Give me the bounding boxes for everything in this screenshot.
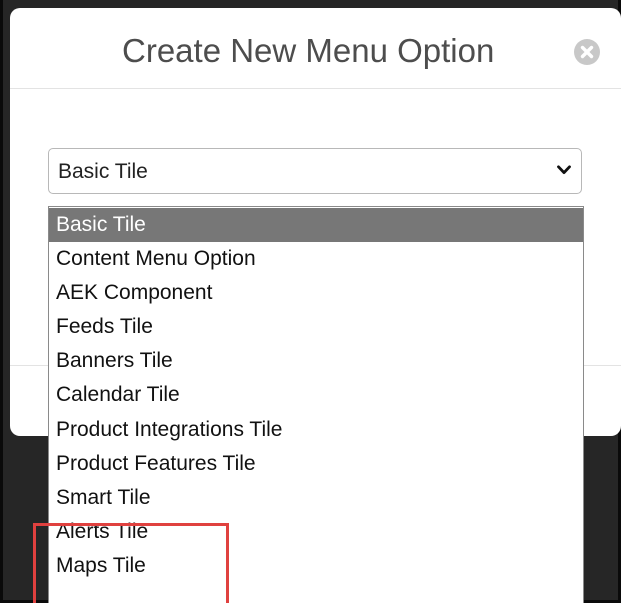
dropdown-option[interactable]: Product Integrations Tile <box>49 413 583 447</box>
modal-title: Create New Menu Option <box>122 32 495 69</box>
select-current-value: Basic Tile <box>58 160 148 183</box>
chevron-down-icon <box>557 165 571 174</box>
dropdown-option[interactable]: Content Menu Option <box>49 242 583 276</box>
dropdown-option[interactable]: Smart Tile <box>49 481 583 515</box>
menu-option-type-select[interactable]: Basic Tile <box>48 148 582 194</box>
dropdown-option[interactable]: Basic Tile <box>49 208 583 243</box>
dropdown-option[interactable]: Feeds Tile <box>49 310 583 344</box>
dropdown-option[interactable]: Alerts Tile <box>49 515 583 549</box>
dropdown-option[interactable]: Product Features Tile <box>49 447 583 481</box>
dropdown-option[interactable]: Maps Tile <box>49 549 583 583</box>
close-button[interactable] <box>574 39 600 65</box>
dropdown-option[interactable]: AEK Component <box>49 276 583 310</box>
close-circle-icon <box>580 45 594 59</box>
dropdown-options-list: Basic Tile Content Menu Option AEK Compone… <box>48 206 584 603</box>
dropdown-option[interactable]: Banners Tile <box>49 344 583 378</box>
modal-header: Create New Menu Option <box>10 8 621 89</box>
dropdown-option[interactable]: Calendar Tile <box>49 378 583 412</box>
